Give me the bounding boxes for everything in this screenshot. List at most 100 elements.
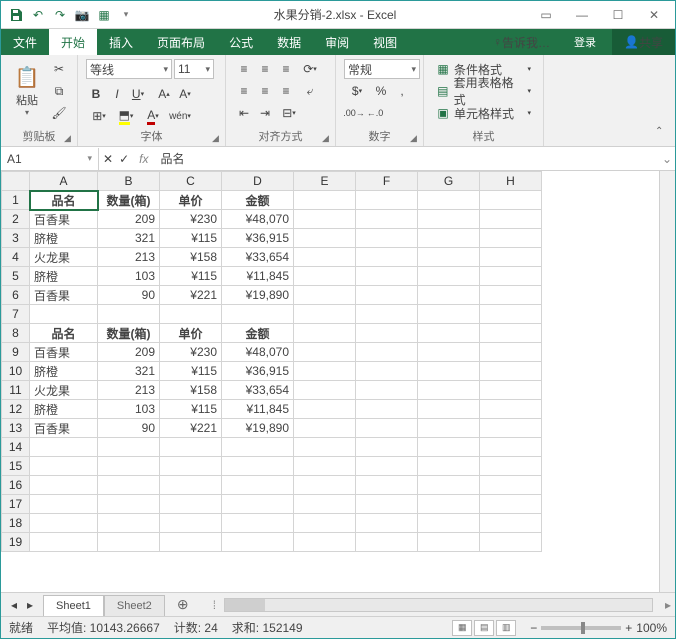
cell-F16[interactable] <box>356 476 418 495</box>
cell-E13[interactable] <box>294 419 356 438</box>
wrap-text-button[interactable]: ⤶ <box>297 81 323 101</box>
format-table-button[interactable]: ▤套用表格格式▾ <box>432 81 535 101</box>
row-header-8[interactable]: 8 <box>2 324 30 343</box>
decrease-decimal-button[interactable]: ←.0 <box>365 103 385 123</box>
fx-icon[interactable]: fx <box>133 152 154 166</box>
cell-A4[interactable]: 火龙果 <box>30 248 98 267</box>
cell-G5[interactable] <box>418 267 480 286</box>
col-header-C[interactable]: C <box>160 172 222 191</box>
accounting-format-button[interactable]: $▾ <box>344 81 370 101</box>
cell-styles-button[interactable]: ▣单元格样式▾ <box>432 103 535 123</box>
cell-E17[interactable] <box>294 495 356 514</box>
name-box[interactable]: A1▾ <box>1 148 99 170</box>
col-header-H[interactable]: H <box>480 172 542 191</box>
cell-E16[interactable] <box>294 476 356 495</box>
cell-E15[interactable] <box>294 457 356 476</box>
cell-B18[interactable] <box>98 514 160 533</box>
cell-D19[interactable] <box>222 533 294 552</box>
cell-B13[interactable]: 90 <box>98 419 160 438</box>
cell-B19[interactable] <box>98 533 160 552</box>
merge-button[interactable]: ⊟▾ <box>276 103 302 123</box>
increase-decimal-button[interactable]: .00→ <box>344 103 364 123</box>
sheet-prev-icon[interactable]: ◂ <box>7 598 21 612</box>
cell-A11[interactable]: 火龙果 <box>30 381 98 400</box>
row-header-17[interactable]: 17 <box>2 495 30 514</box>
undo-icon[interactable]: ↶ <box>29 6 47 24</box>
cell-F1[interactable] <box>356 191 418 210</box>
cell-H3[interactable] <box>480 229 542 248</box>
cell-B7[interactable] <box>98 305 160 324</box>
cell-A7[interactable] <box>30 305 98 324</box>
cell-H13[interactable] <box>480 419 542 438</box>
font-name-combo[interactable]: 等线▾ <box>86 59 172 79</box>
cell-H1[interactable] <box>480 191 542 210</box>
cell-G4[interactable] <box>418 248 480 267</box>
horizontal-scrollbar[interactable] <box>224 598 653 612</box>
cell-B10[interactable]: 321 <box>98 362 160 381</box>
cell-G16[interactable] <box>418 476 480 495</box>
paste-button[interactable]: 📋 粘贴 ▾ <box>9 59 45 123</box>
cell-C16[interactable] <box>160 476 222 495</box>
row-header-13[interactable]: 13 <box>2 419 30 438</box>
row-header-3[interactable]: 3 <box>2 229 30 248</box>
cell-H17[interactable] <box>480 495 542 514</box>
cell-H11[interactable] <box>480 381 542 400</box>
cell-D10[interactable]: ¥36,915 <box>222 362 294 381</box>
phonetic-button[interactable]: wén▾ <box>167 106 193 126</box>
cut-button[interactable]: ✂ <box>49 59 69 79</box>
cell-G9[interactable] <box>418 343 480 362</box>
format-painter-button[interactable]: 🖌 <box>49 103 69 123</box>
cell-C3[interactable]: ¥115 <box>160 229 222 248</box>
cell-B4[interactable]: 213 <box>98 248 160 267</box>
cell-A8[interactable]: 品名 <box>30 324 98 343</box>
cell-G15[interactable] <box>418 457 480 476</box>
cell-E8[interactable] <box>294 324 356 343</box>
cell-C13[interactable]: ¥221 <box>160 419 222 438</box>
row-header-14[interactable]: 14 <box>2 438 30 457</box>
tab-data[interactable]: 数据 <box>265 29 313 55</box>
align-left-button[interactable]: ≡ <box>234 81 254 101</box>
cell-A16[interactable] <box>30 476 98 495</box>
cell-B12[interactable]: 103 <box>98 400 160 419</box>
cell-A2[interactable]: 百香果 <box>30 210 98 229</box>
cell-D16[interactable] <box>222 476 294 495</box>
cell-G14[interactable] <box>418 438 480 457</box>
cell-E9[interactable] <box>294 343 356 362</box>
row-header-11[interactable]: 11 <box>2 381 30 400</box>
sheet-next-icon[interactable]: ▸ <box>23 598 37 612</box>
cell-E12[interactable] <box>294 400 356 419</box>
cell-C2[interactable]: ¥230 <box>160 210 222 229</box>
cell-A13[interactable]: 百香果 <box>30 419 98 438</box>
font-color-button[interactable]: A▾ <box>140 106 166 126</box>
col-header-A[interactable]: A <box>30 172 98 191</box>
cell-G13[interactable] <box>418 419 480 438</box>
font-size-combo[interactable]: 11▾ <box>174 59 214 79</box>
fill-color-button[interactable]: ⬒▾ <box>113 106 139 126</box>
cell-B3[interactable]: 321 <box>98 229 160 248</box>
row-header-16[interactable]: 16 <box>2 476 30 495</box>
number-format-combo[interactable]: 常规▾ <box>344 59 420 79</box>
cell-D9[interactable]: ¥48,070 <box>222 343 294 362</box>
cell-E10[interactable] <box>294 362 356 381</box>
cell-A6[interactable]: 百香果 <box>30 286 98 305</box>
cell-H6[interactable] <box>480 286 542 305</box>
cell-F19[interactable] <box>356 533 418 552</box>
normal-view-button[interactable]: ▦ <box>452 620 472 636</box>
col-header-D[interactable]: D <box>222 172 294 191</box>
cell-F14[interactable] <box>356 438 418 457</box>
cell-D4[interactable]: ¥33,654 <box>222 248 294 267</box>
cell-F17[interactable] <box>356 495 418 514</box>
grid[interactable]: ABCDEFGH1品名数量(箱)单价金额2百香果209¥230¥48,0703脐… <box>1 171 659 592</box>
add-sheet-button[interactable]: ⊕ <box>171 596 195 613</box>
cell-E1[interactable] <box>294 191 356 210</box>
cell-F9[interactable] <box>356 343 418 362</box>
row-header-6[interactable]: 6 <box>2 286 30 305</box>
cell-H4[interactable] <box>480 248 542 267</box>
cell-D18[interactable] <box>222 514 294 533</box>
cell-D13[interactable]: ¥19,890 <box>222 419 294 438</box>
collapse-ribbon-icon[interactable]: ⌃ <box>655 126 671 142</box>
cell-A14[interactable] <box>30 438 98 457</box>
tab-formula[interactable]: 公式 <box>217 29 265 55</box>
clipboard-launcher-icon[interactable]: ◢ <box>64 133 74 143</box>
cell-E11[interactable] <box>294 381 356 400</box>
